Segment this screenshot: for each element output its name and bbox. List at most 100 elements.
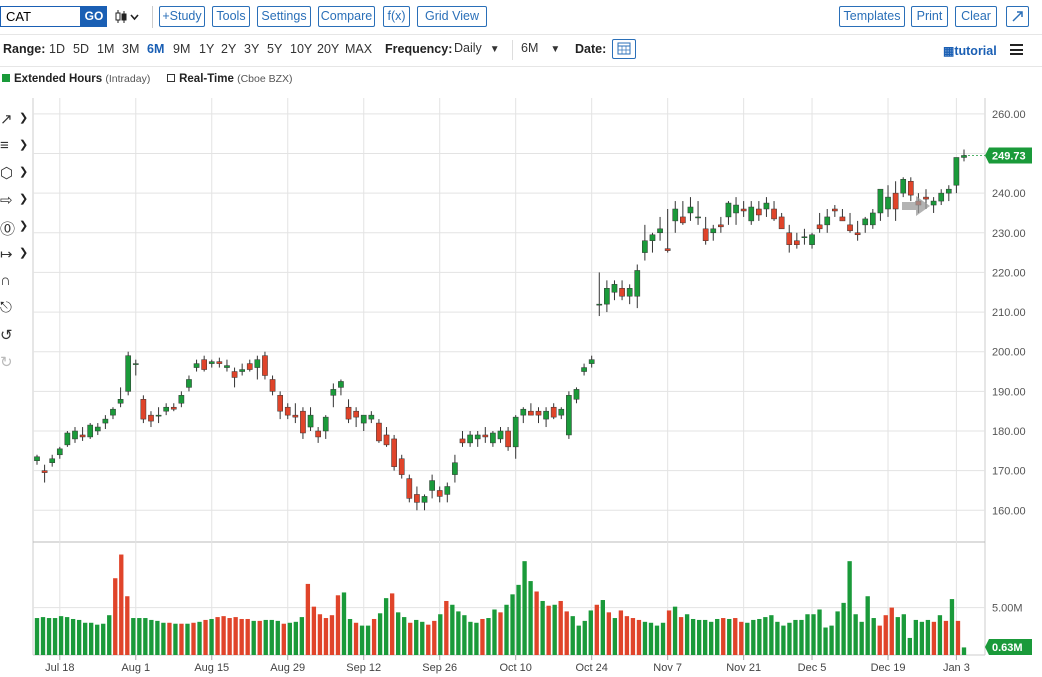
- candle-body: [87, 424, 94, 438]
- candle-body: [885, 196, 891, 210]
- candle-body: [702, 228, 709, 241]
- volume-bar: [450, 604, 455, 655]
- candle-body: [132, 363, 139, 365]
- volume-bar: [46, 618, 52, 655]
- volume-bar: [775, 621, 780, 655]
- volume-bar: [943, 620, 949, 655]
- volume-bar: [817, 609, 822, 655]
- volume-bar: [715, 618, 720, 655]
- volume-tick-label: 5.00M: [992, 603, 1023, 615]
- volume-bar: [925, 619, 931, 655]
- candle-body: [680, 216, 686, 224]
- date-tick-label: Aug 1: [121, 662, 150, 674]
- volume-bar: [215, 617, 220, 655]
- volume-bar: [594, 604, 599, 655]
- volume-bar: [937, 615, 943, 655]
- candle-body: [687, 206, 694, 214]
- volume-bar: [137, 618, 142, 655]
- volume-bar: [143, 618, 148, 655]
- volume-bar: [624, 616, 630, 655]
- price-tick-label: 190.00: [992, 386, 1026, 398]
- volume-bar: [558, 600, 563, 655]
- volume-bar: [528, 581, 533, 655]
- candle-body: [254, 359, 261, 368]
- volume-bar: [119, 554, 124, 655]
- candle-body: [771, 208, 777, 220]
- candle-body: [277, 395, 283, 412]
- volume-bar: [426, 624, 431, 655]
- volume-bar: [666, 610, 672, 655]
- volume-bar: [389, 593, 395, 655]
- volume-bar: [492, 609, 497, 655]
- volume-bar: [161, 622, 166, 655]
- candle-body: [657, 228, 663, 234]
- volume-bar: [347, 618, 353, 655]
- candle-body: [961, 155, 967, 158]
- candle-body: [383, 434, 390, 446]
- volume-bar: [823, 627, 828, 655]
- volume-bar: [456, 611, 461, 655]
- candle-body: [847, 224, 853, 232]
- volume-bar: [173, 623, 178, 655]
- candle-body: [831, 208, 838, 212]
- candle-body: [930, 200, 937, 206]
- volume-bar: [233, 617, 238, 655]
- date-tick-label: Sep 26: [422, 662, 457, 674]
- volume-bar: [107, 615, 112, 655]
- volume-bar: [245, 618, 250, 655]
- volume-bar: [841, 602, 846, 655]
- volume-bar: [630, 618, 636, 655]
- candle-body: [178, 395, 185, 404]
- volume-bar: [570, 616, 575, 655]
- volume-bar: [690, 618, 696, 655]
- volume-bar: [564, 611, 569, 655]
- candle-body: [148, 414, 154, 422]
- candle-body: [520, 408, 527, 416]
- volume-bar: [648, 622, 654, 655]
- candle-body: [642, 240, 648, 253]
- volume-bar: [438, 614, 443, 655]
- price-tick-label: 230.00: [992, 228, 1026, 240]
- volume-bar: [335, 595, 341, 655]
- candle-body: [231, 371, 238, 378]
- candle-body: [102, 418, 109, 424]
- candle-body: [193, 363, 200, 368]
- candle-body: [368, 414, 375, 420]
- volume-bar: [179, 623, 184, 655]
- candle-body: [733, 204, 739, 214]
- candle-body: [376, 422, 382, 442]
- volume-bar: [155, 620, 160, 655]
- candle-body: [907, 181, 914, 196]
- price-chart[interactable]: 260.00250.00240.00230.00220.00210.00200.…: [0, 0, 1042, 677]
- volume-bar: [209, 618, 214, 655]
- candle-body: [869, 212, 876, 226]
- volume-bar: [733, 618, 738, 655]
- volume-bar: [383, 598, 389, 655]
- volume-bar: [739, 621, 744, 655]
- volume-bar: [317, 614, 323, 655]
- volume-bar: [498, 612, 503, 655]
- candle-body: [224, 365, 230, 368]
- volume-bar: [64, 617, 70, 655]
- candle-body: [862, 218, 869, 226]
- volume-bar: [702, 619, 708, 655]
- candle-body: [710, 228, 717, 234]
- volume-bar: [955, 620, 961, 655]
- candle-body: [163, 406, 170, 412]
- candle-body: [581, 367, 587, 372]
- candle-body: [938, 192, 945, 202]
- candle-body: [34, 456, 40, 461]
- candle-body: [429, 480, 435, 491]
- candle-body: [322, 416, 329, 432]
- candle-body: [877, 188, 884, 214]
- volume-bar: [913, 619, 919, 655]
- candle-body: [436, 490, 443, 497]
- candle: [262, 351, 268, 380]
- candle-body: [900, 179, 907, 194]
- candle-body: [763, 202, 770, 210]
- volume-bar: [847, 561, 852, 655]
- volume-bar: [414, 619, 419, 655]
- volume-bar: [275, 620, 280, 655]
- volume-bar: [582, 620, 587, 655]
- candle-body: [467, 434, 473, 444]
